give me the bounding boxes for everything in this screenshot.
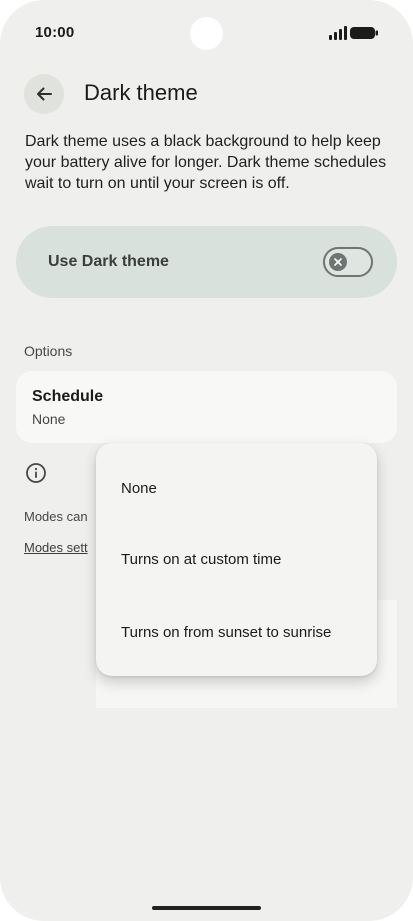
close-icon [334, 258, 342, 266]
status-time: 10:00 [35, 24, 75, 41]
schedule-dropdown-menu: None Turns on at custom time Turns on fr… [96, 443, 377, 676]
menu-item-none[interactable]: None [96, 460, 377, 516]
signal-icon [329, 26, 347, 40]
arrow-left-icon [37, 87, 52, 101]
battery-icon [350, 27, 378, 39]
menu-item-custom-time[interactable]: Turns on at custom time [96, 531, 377, 587]
page-description: Dark theme uses a black background to he… [25, 133, 387, 192]
menu-item-sunset-to-sunrise[interactable]: Turns on from sunset to sunrise [96, 604, 377, 660]
page-title: Dark theme [84, 80, 198, 105]
info-icon [26, 463, 46, 483]
status-bar: 10:00 [0, 0, 413, 66]
use-dark-theme-row[interactable]: Use Dark theme [16, 226, 397, 298]
dark-theme-toggle[interactable] [323, 247, 373, 277]
toggle-knob [329, 253, 347, 271]
use-dark-theme-label: Use Dark theme [48, 253, 169, 270]
back-button[interactable] [24, 74, 64, 114]
schedule-value: None [32, 411, 66, 427]
schedule-title: Schedule [32, 388, 104, 405]
options-section-header: Options [24, 343, 73, 359]
phone-screen: 10:00 Dark theme Dark theme uses a black… [0, 0, 413, 921]
schedule-row[interactable]: Schedule None [16, 371, 397, 443]
modes-settings-link[interactable]: Modes sett [24, 540, 88, 555]
home-indicator[interactable] [152, 906, 261, 910]
camera-cutout [190, 17, 223, 50]
modes-footer-text: Modes can [24, 509, 88, 524]
